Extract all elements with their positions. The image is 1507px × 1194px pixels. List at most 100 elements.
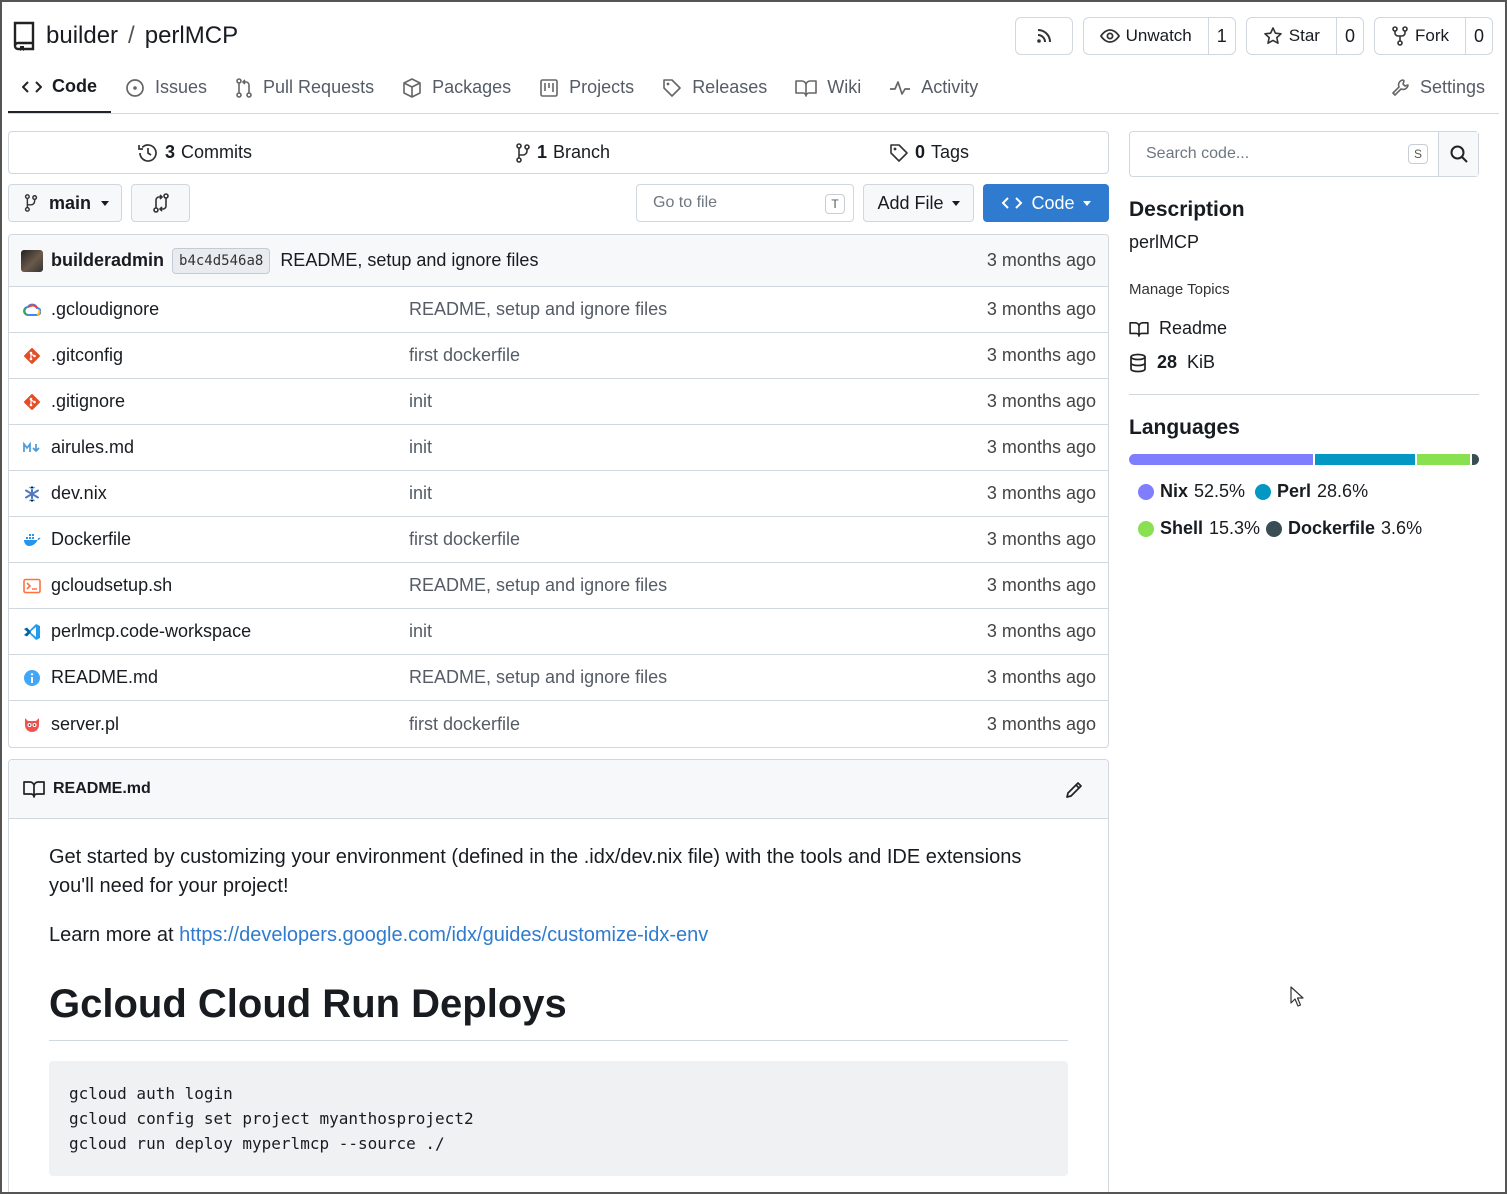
file-commit-message[interactable]: init: [409, 391, 432, 412]
file-commit-message[interactable]: init: [409, 437, 432, 458]
tab-code-label: Code: [52, 76, 97, 96]
file-commit-message[interactable]: first dockerfile: [409, 714, 520, 735]
file-name[interactable]: perlmcp.code-workspace: [51, 621, 251, 642]
branch-name: main: [49, 192, 92, 213]
commit-message[interactable]: README, setup and ignore files: [280, 250, 538, 271]
pencil-icon[interactable]: [1064, 780, 1084, 800]
language-dockerfile[interactable]: Dockerfile 3.6%: [1266, 518, 1422, 539]
file-name[interactable]: Dockerfile: [51, 529, 131, 550]
git-icon: [23, 393, 41, 411]
repo-size: 28 KiB: [1129, 352, 1215, 373]
language-bar-nix: [1129, 454, 1313, 465]
search-placeholder: Search code...: [1146, 145, 1250, 162]
tab-activity[interactable]: Activity: [875, 62, 992, 113]
file-commit-message[interactable]: README, setup and ignore files: [409, 575, 667, 596]
repo-icon: [13, 21, 35, 51]
language-dot: [1138, 520, 1154, 537]
code-button[interactable]: Code: [983, 184, 1109, 222]
commit-sha[interactable]: b4c4d546a8: [172, 247, 271, 274]
table-row: .gcloudignore README, setup and ignore f…: [9, 287, 1108, 333]
book-icon: [795, 79, 818, 97]
file-commit-message[interactable]: init: [409, 621, 432, 642]
file-name[interactable]: .gitconfig: [51, 345, 123, 366]
file-commit-message[interactable]: init: [409, 483, 432, 504]
history-icon: [138, 143, 157, 162]
learn-more-link[interactable]: https://developers.google.com/idx/guides…: [179, 924, 708, 946]
file-time: 3 months ago: [986, 667, 1096, 687]
language-shell[interactable]: Shell 15.3%: [1138, 518, 1260, 539]
tab-issues[interactable]: Issues: [111, 62, 221, 113]
commit-author[interactable]: builderadmin: [51, 250, 164, 271]
repo-title: builder / perlMCP: [12, 18, 238, 54]
fork-label: Fork: [1414, 26, 1449, 45]
file-name[interactable]: server.pl: [51, 714, 119, 735]
commits-link[interactable]: 3 Commits: [137, 142, 252, 164]
language-name: Dockerfile: [1288, 518, 1376, 538]
repo-owner-link[interactable]: builder: [46, 22, 118, 50]
star-label: Star: [1288, 26, 1320, 45]
watchers-count[interactable]: 1: [1207, 18, 1235, 54]
tab-releases-label: Releases: [692, 77, 768, 97]
tab-pull-requests[interactable]: Pull Requests: [221, 62, 388, 113]
language-nix[interactable]: Nix 52.5%: [1138, 481, 1245, 502]
file-name[interactable]: README.md: [51, 667, 158, 688]
tab-packages[interactable]: Packages: [388, 62, 525, 113]
language-perl[interactable]: Perl 28.6%: [1255, 481, 1368, 502]
code-icon: [1002, 197, 1023, 209]
search-shortcut: S: [1408, 144, 1428, 164]
search-input[interactable]: Search code... S: [1130, 132, 1438, 176]
language-dot: [1138, 483, 1154, 500]
repo-name-link[interactable]: perlMCP: [145, 22, 238, 50]
file-commit-message[interactable]: README, setup and ignore files: [409, 299, 667, 320]
table-row: gcloudsetup.sh README, setup and ignore …: [9, 563, 1108, 609]
readme-content: Get started by customizing your environm…: [9, 819, 1108, 1194]
add-file-button[interactable]: Add File: [863, 184, 974, 222]
rss-feed-button[interactable]: [1014, 17, 1073, 55]
tab-releases[interactable]: Releases: [648, 62, 781, 113]
file-time: 3 months ago: [986, 437, 1096, 457]
chevron-down-icon: [951, 200, 960, 206]
file-time: 3 months ago: [986, 529, 1096, 549]
readme-link[interactable]: Readme: [1129, 318, 1227, 339]
file-name[interactable]: airules.md: [51, 437, 134, 458]
tags-link[interactable]: 0 Tags: [889, 142, 969, 163]
languages-bar: [1129, 454, 1479, 465]
avatar[interactable]: [21, 249, 43, 272]
file-commit-message[interactable]: first dockerfile: [409, 345, 520, 366]
file-name[interactable]: .gcloudignore: [51, 299, 159, 320]
stars-count[interactable]: 0: [1335, 18, 1363, 54]
manage-topics-link[interactable]: Manage Topics: [1129, 281, 1230, 298]
branch-selector[interactable]: main: [8, 184, 122, 222]
fork-icon: [1392, 26, 1408, 46]
readme-filename[interactable]: README.md: [53, 780, 151, 798]
branches-label: Branch: [553, 142, 611, 162]
file-name[interactable]: dev.nix: [51, 483, 107, 504]
search-button[interactable]: [1438, 132, 1478, 176]
language-bar-shell: [1416, 454, 1471, 465]
markdown-icon: [23, 439, 41, 457]
compare-button[interactable]: [131, 184, 190, 222]
language-dot: [1255, 483, 1271, 500]
language-percent: 52.5%: [1194, 481, 1246, 501]
file-time: 3 months ago: [986, 713, 1096, 734]
rss-icon: [1036, 29, 1051, 43]
file-commit-message[interactable]: first dockerfile: [409, 529, 520, 550]
unwatch-button-group: Unwatch 1: [1082, 17, 1236, 55]
go-to-file-input[interactable]: Go to file T: [636, 184, 854, 222]
tab-wiki[interactable]: Wiki: [781, 62, 875, 113]
tab-code[interactable]: Code: [8, 62, 111, 113]
file-table: builderadmin b4c4d546a8 README, setup an…: [8, 234, 1109, 748]
file-commit-message[interactable]: README, setup and ignore files: [409, 667, 667, 688]
unwatch-button[interactable]: Unwatch: [1084, 18, 1208, 54]
tab-projects[interactable]: Projects: [525, 62, 648, 113]
branches-link[interactable]: 1 Branch: [515, 142, 610, 164]
file-name[interactable]: .gitignore: [51, 391, 125, 412]
forks-count[interactable]: 0: [1464, 18, 1492, 54]
pull-request-icon: [236, 77, 252, 98]
repo-stats-bar: 3 Commits 1 Branch 0 Tags: [8, 131, 1109, 174]
tab-settings[interactable]: Settings: [1376, 62, 1499, 113]
star-button[interactable]: Star: [1247, 18, 1336, 54]
fork-button[interactable]: Fork: [1375, 18, 1465, 54]
table-row: perlmcp.code-workspace init 3 months ago: [9, 609, 1108, 655]
file-name[interactable]: gcloudsetup.sh: [51, 575, 172, 596]
